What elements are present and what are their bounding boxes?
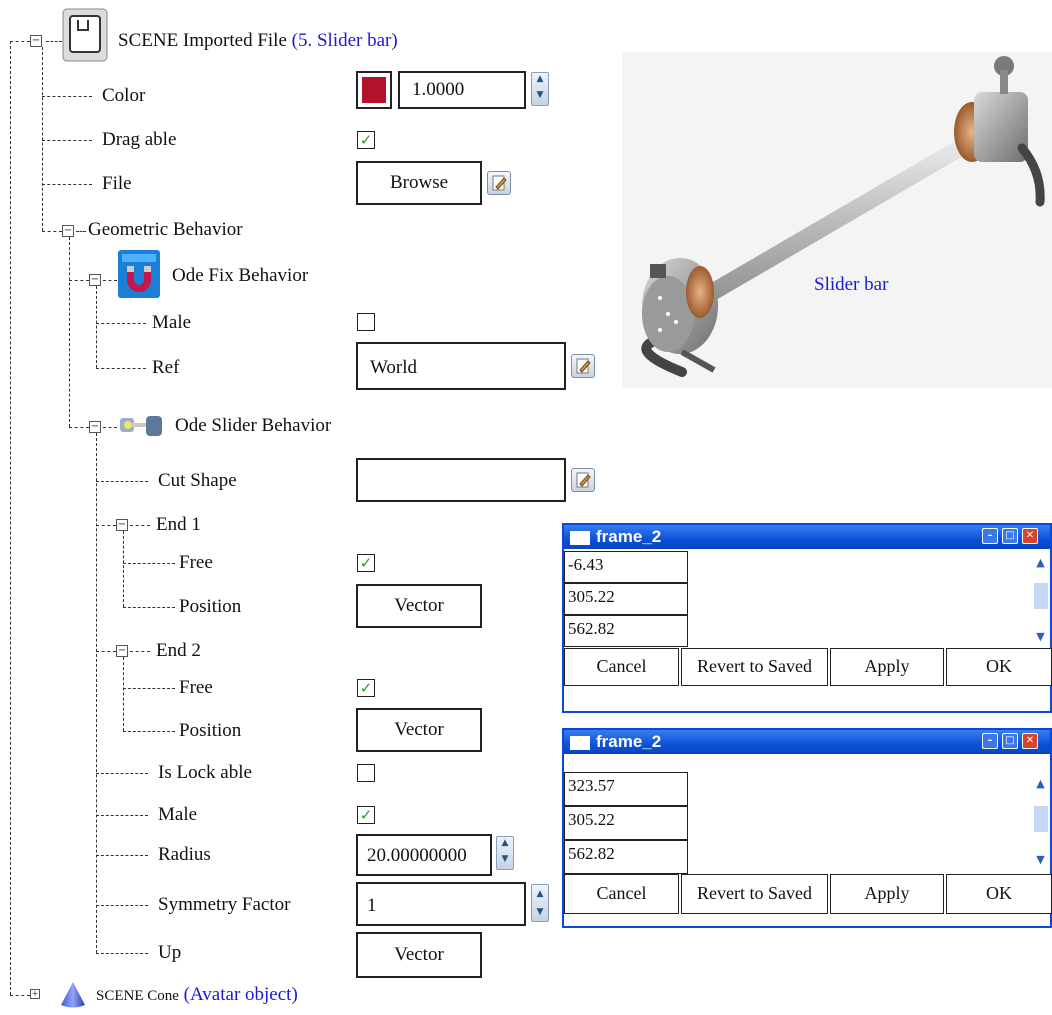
scrollbar-thumb[interactable]: [1034, 583, 1048, 609]
cone-icon: [58, 980, 88, 1010]
collapse-toggle-ode-slider[interactable]: −: [89, 421, 101, 433]
ref-field[interactable]: World: [356, 342, 566, 390]
symmetry-factor-spinner[interactable]: ▲ ▼: [531, 884, 549, 922]
window-icon: [570, 736, 590, 750]
edit-icon[interactable]: [571, 354, 595, 378]
radius-label: Radius: [158, 844, 211, 865]
close-icon[interactable]: ✕: [1022, 733, 1038, 749]
cut-shape-label: Cut Shape: [158, 470, 237, 491]
frame-value-z[interactable]: 562.82: [564, 615, 688, 647]
end1-position-label: Position: [179, 596, 242, 617]
apply-button[interactable]: Apply: [830, 648, 944, 686]
frame-value-z[interactable]: 562.82: [564, 840, 688, 874]
close-icon[interactable]: ✕: [1022, 528, 1038, 544]
frame-value-x[interactable]: 323.57: [564, 772, 688, 806]
window-icon: [570, 531, 590, 545]
male-checkbox-2[interactable]: ✓: [357, 806, 375, 824]
frame-value-x[interactable]: -6.43: [564, 551, 688, 583]
frame-title: frame_2: [596, 527, 662, 546]
file-label: File: [102, 173, 132, 194]
up-label: Up: [158, 942, 182, 963]
revert-to-saved-button[interactable]: Revert to Saved: [681, 648, 828, 686]
male-checkbox-1[interactable]: [357, 313, 375, 331]
magnet-icon: [118, 250, 160, 298]
frame-value-y[interactable]: 305.22: [564, 583, 688, 615]
draggable-label: Drag able: [102, 129, 177, 150]
slider-bar-caption: Slider bar: [814, 274, 889, 295]
is-lockable-label: Is Lock able: [158, 762, 252, 783]
collapse-toggle-root[interactable]: −: [30, 35, 42, 47]
radius-field[interactable]: 20.00000000: [356, 834, 492, 876]
apply-button[interactable]: Apply: [830, 874, 944, 914]
revert-to-saved-button[interactable]: Revert to Saved: [681, 874, 828, 914]
frame-value-y[interactable]: 305.22: [564, 806, 688, 840]
frame-window-2: frame_2 – □ ✕ 323.57 305.22 562.82 ▲ ▼ C…: [562, 728, 1052, 928]
ok-button[interactable]: OK: [946, 874, 1052, 914]
scroll-down-icon[interactable]: ▼: [1034, 629, 1047, 644]
male-label-1: Male: [152, 312, 192, 333]
up-vector-button[interactable]: Vector: [356, 932, 482, 978]
color-spinner[interactable]: ▲ ▼: [531, 72, 549, 106]
browse-button[interactable]: Browse: [356, 161, 482, 205]
cancel-button[interactable]: Cancel: [564, 874, 679, 914]
frame-title-bar[interactable]: frame_2 – □ ✕: [564, 730, 1050, 754]
maximize-icon[interactable]: □: [1002, 528, 1018, 544]
color-value-field[interactable]: 1.0000: [398, 71, 526, 109]
end2-vector-button[interactable]: Vector: [356, 708, 482, 752]
edit-icon[interactable]: [487, 171, 511, 195]
edit-icon[interactable]: [571, 468, 595, 492]
collapse-toggle-geometric[interactable]: −: [62, 225, 74, 237]
root-annotation: (5. Slider bar): [291, 30, 398, 51]
end2-free-checkbox[interactable]: ✓: [357, 679, 375, 697]
color-label: Color: [102, 85, 146, 106]
expand-toggle-cone[interactable]: +: [30, 989, 40, 999]
color-swatch[interactable]: [356, 71, 392, 109]
cut-shape-field[interactable]: [356, 458, 566, 502]
scroll-up-icon[interactable]: ▲: [1034, 555, 1047, 570]
ode-fix-behavior-label[interactable]: Ode Fix Behavior: [172, 265, 308, 287]
end1-label[interactable]: End 1: [156, 514, 201, 536]
maximize-icon[interactable]: □: [1002, 733, 1018, 749]
scroll-up-icon[interactable]: ▲: [1034, 776, 1047, 791]
collapse-toggle-end2[interactable]: −: [116, 645, 128, 657]
male-label-2: Male: [158, 804, 198, 825]
slider-behavior-icon: [118, 408, 166, 444]
frame-title-bar[interactable]: frame_2 – □ ✕: [564, 525, 1050, 549]
end1-vector-button[interactable]: Vector: [356, 584, 482, 628]
end1-free-label: Free: [179, 552, 213, 573]
radius-spinner[interactable]: ▲ ▼: [496, 836, 514, 870]
end1-free-checkbox[interactable]: ✓: [357, 554, 375, 572]
end2-position-label: Position: [179, 720, 242, 741]
ok-button[interactable]: OK: [946, 648, 1052, 686]
frame-window-1: frame_2 – □ ✕ -6.43 305.22 562.82 ▲ ▼ Ca…: [562, 523, 1052, 713]
cancel-button[interactable]: Cancel: [564, 648, 679, 686]
collapse-toggle-ode-fix[interactable]: −: [89, 274, 101, 286]
slider-bar-render: Slider bar: [622, 52, 1052, 388]
ode-slider-behavior-label[interactable]: Ode Slider Behavior: [175, 415, 331, 437]
minimize-icon[interactable]: –: [982, 528, 998, 544]
draggable-checkbox[interactable]: ✓: [357, 131, 375, 149]
end2-free-label: Free: [179, 677, 213, 698]
end2-label[interactable]: End 2: [156, 640, 201, 662]
collapse-toggle-end1[interactable]: −: [116, 519, 128, 531]
symmetry-factor-label: Symmetry Factor: [158, 894, 291, 915]
scroll-down-icon[interactable]: ▼: [1034, 852, 1047, 867]
frame-title: frame_2: [596, 732, 662, 751]
root-node-label[interactable]: SCENE Imported File (5. Slider bar): [118, 30, 398, 52]
cone-annotation: (Avatar object): [183, 984, 298, 1005]
minimize-icon[interactable]: –: [982, 733, 998, 749]
geometric-behavior-label[interactable]: Geometric Behavior: [88, 219, 243, 241]
scrollbar-thumb[interactable]: [1034, 806, 1048, 832]
symmetry-factor-field[interactable]: 1: [356, 882, 526, 926]
scene-file-icon: [62, 8, 108, 62]
ref-label: Ref: [152, 357, 180, 378]
cone-node-label[interactable]: SCENE Cone (Avatar object): [96, 984, 298, 1007]
is-lockable-checkbox[interactable]: [357, 764, 375, 782]
